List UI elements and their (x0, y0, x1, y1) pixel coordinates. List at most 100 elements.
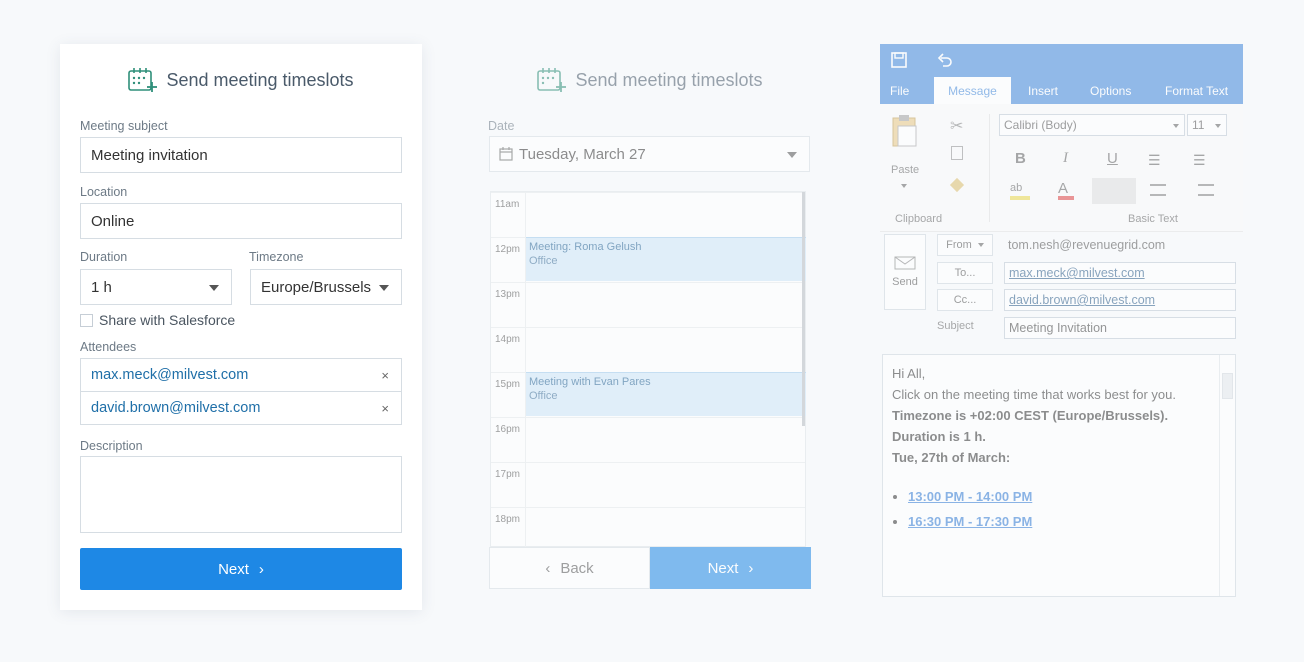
meeting-form-panel: Send meeting timeslots Meeting subject M… (60, 44, 422, 610)
next-button[interactable]: Next › (80, 548, 402, 590)
hour-row[interactable]: 13pm (491, 282, 805, 328)
scrollbar[interactable] (802, 192, 805, 426)
calendar-title: Send meeting timeslots (575, 69, 763, 90)
bold-icon[interactable]: B (1015, 150, 1026, 167)
tab-file[interactable]: File (890, 84, 909, 98)
chevron-down-icon (1173, 124, 1179, 128)
attendee-chip: david.brown@milvest.com × (80, 391, 402, 425)
to-value: max.meck@milvest.com (1009, 266, 1145, 280)
duration-label: Duration (80, 250, 128, 264)
ribbon-header: File Message Insert Options Format Text (880, 44, 1243, 104)
align-left-icon[interactable] (1092, 178, 1136, 204)
bullets-icon[interactable]: ☰ (1148, 152, 1161, 169)
hour-label: 18pm (495, 514, 521, 525)
divider (525, 328, 526, 373)
location-input[interactable]: Online (80, 203, 402, 239)
to-field[interactable]: max.meck@milvest.com (1004, 262, 1236, 284)
hour-row[interactable]: 18pm (491, 507, 805, 548)
tab-insert[interactable]: Insert (1028, 84, 1058, 98)
from-value: tom.nesh@revenuegrid.com (1008, 238, 1166, 252)
chevron-right-icon: › (748, 559, 754, 577)
hour-label: 11am (495, 199, 520, 210)
event-title: Meeting: Roma Gelush (529, 241, 642, 253)
save-icon[interactable] (891, 52, 907, 68)
ribbon-body: Paste ✂ Clipboard Calibri (Body) 11 B I … (880, 104, 1243, 232)
timezone-value: Europe/Brussels (261, 278, 372, 296)
calendar-event[interactable]: Meeting with Evan Pares Office (526, 372, 806, 416)
cc-button[interactable]: Cc... (937, 289, 993, 311)
hour-row[interactable]: 14pm (491, 327, 805, 373)
location-value: Online (91, 212, 135, 230)
send-label: Send (892, 276, 918, 288)
close-icon[interactable]: × (381, 401, 389, 416)
scrollbar-thumb[interactable] (1222, 373, 1233, 399)
back-label: Back (560, 559, 594, 577)
description-label: Description (80, 439, 143, 453)
body-line: Click on the meeting time that works bes… (892, 387, 1176, 402)
email-body[interactable]: Hi All, Click on the meeting time that w… (882, 354, 1236, 597)
subject-input[interactable]: Meeting invitation (80, 137, 402, 173)
cut-icon[interactable]: ✂ (950, 116, 963, 136)
divider (525, 283, 526, 328)
font-color-icon[interactable]: A (1058, 180, 1074, 200)
to-button[interactable]: To... (937, 262, 993, 284)
date-label: Date (488, 119, 515, 133)
divider (525, 418, 526, 463)
body-greeting: Hi All, (892, 366, 926, 381)
italic-icon[interactable]: I (1063, 150, 1068, 167)
event-location: Office (529, 390, 558, 402)
chevron-down-icon (209, 285, 219, 291)
tab-options[interactable]: Options (1090, 84, 1131, 98)
font-name-value: Calibri (Body) (1004, 118, 1077, 132)
timezone-select[interactable]: Europe/Brussels (250, 269, 402, 305)
basic-text-label: Basic Text (1128, 213, 1178, 225)
form-title: Send meeting timeslots (166, 69, 354, 90)
hour-row[interactable]: 16pm (491, 417, 805, 463)
event-location: Office (529, 255, 558, 267)
attendee-chip: max.meck@milvest.com × (80, 358, 402, 392)
duration-select[interactable]: 1 h (80, 269, 232, 305)
format-painter-icon[interactable] (949, 177, 965, 193)
underline-icon[interactable]: U (1107, 150, 1118, 167)
font-size-select[interactable]: 11 (1187, 114, 1227, 136)
font-name-select[interactable]: Calibri (Body) (999, 114, 1185, 136)
next-label: Next (218, 560, 249, 578)
undo-icon[interactable] (937, 52, 953, 68)
hour-row[interactable]: 11am (491, 192, 805, 238)
duration-value: 1 h (91, 278, 112, 296)
subject-field[interactable]: Meeting Invitation (1004, 317, 1236, 339)
subject-value: Meeting Invitation (1009, 321, 1107, 335)
calendar-icon (499, 147, 513, 161)
copy-icon[interactable] (951, 146, 963, 160)
hour-row[interactable]: 17pm (491, 462, 805, 508)
list-item: 16:30 PM - 17:30 PM (908, 509, 1226, 534)
description-textarea[interactable] (80, 456, 402, 533)
hour-label: 16pm (495, 424, 521, 435)
timeslot-link[interactable]: 13:00 PM - 14:00 PM (908, 489, 1032, 504)
date-picker[interactable]: Tuesday, March 27 (489, 136, 810, 172)
divider (525, 508, 526, 548)
back-button[interactable]: ‹ Back (489, 547, 650, 589)
tab-format-text[interactable]: Format Text (1165, 84, 1228, 98)
timeslot-link[interactable]: 16:30 PM - 17:30 PM (908, 514, 1032, 529)
event-title: Meeting with Evan Pares (529, 376, 651, 388)
clipboard-icon[interactable] (890, 114, 920, 148)
next-button[interactable]: Next › (650, 547, 811, 589)
scrollbar[interactable] (1219, 355, 1235, 596)
cc-field[interactable]: david.brown@milvest.com (1004, 289, 1236, 311)
align-right-icon[interactable] (1198, 184, 1214, 196)
close-icon[interactable]: × (381, 368, 389, 383)
calendar-add-icon (537, 68, 567, 92)
numbering-icon[interactable]: ☰ (1193, 152, 1206, 169)
subject-label: Meeting subject (80, 119, 168, 133)
outlook-compose-panel: File Message Insert Options Format Text … (880, 44, 1243, 604)
from-button[interactable]: From (937, 234, 993, 256)
chevron-left-icon: ‹ (545, 559, 551, 577)
paste-label[interactable]: Paste (891, 164, 919, 176)
align-center-icon[interactable] (1150, 184, 1166, 196)
salesforce-checkbox[interactable] (80, 314, 93, 327)
highlight-icon[interactable]: ab (1010, 182, 1030, 200)
tab-message[interactable]: Message (934, 77, 1011, 104)
send-button[interactable]: Send (884, 234, 926, 310)
calendar-event[interactable]: Meeting: Roma Gelush Office (526, 237, 806, 281)
